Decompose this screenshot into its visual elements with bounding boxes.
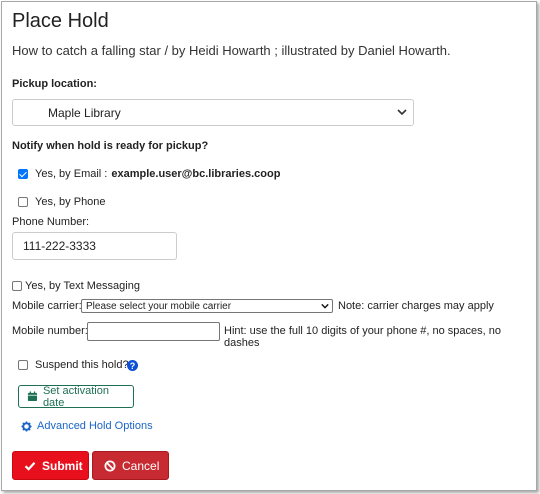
question-circle-icon[interactable]: ?	[127, 360, 138, 371]
advanced-hold-options-link[interactable]: Advanced Hold Options	[21, 420, 153, 432]
notify-text-checkbox[interactable]	[12, 281, 22, 291]
cancel-label: Cancel	[122, 458, 160, 473]
phone-number-input[interactable]: 111-222-3333	[12, 232, 177, 260]
mobile-number-input[interactable]	[87, 322, 220, 341]
notify-label: Notify when hold is ready for pickup?	[12, 140, 209, 152]
chevron-down-icon	[321, 303, 329, 309]
pickup-location-select[interactable]: Maple Library	[12, 99, 414, 126]
notify-email-label: Yes, by Email :	[35, 168, 108, 180]
check-icon	[24, 461, 36, 471]
submit-button[interactable]: Submit	[12, 451, 89, 480]
notify-email-option: Yes, by Email : example.user@bc.librarie…	[18, 168, 280, 180]
mobile-carrier-value: Please select your mobile carrier	[86, 300, 232, 312]
notify-text-option: Yes, by Text Messaging	[12, 280, 140, 292]
submit-label: Submit	[42, 458, 83, 473]
notify-phone-checkbox[interactable]	[18, 197, 28, 207]
gear-icon	[21, 420, 32, 432]
suspend-checkbox[interactable]	[18, 360, 28, 370]
cancel-button[interactable]: Cancel	[92, 451, 169, 480]
set-activation-date-label: Set activation date	[42, 384, 109, 409]
ban-icon	[104, 460, 116, 471]
mobile-number-hint: Hint: use the full 10 digits of your pho…	[224, 325, 502, 349]
notify-email-address: example.user@bc.libraries.coop	[111, 168, 281, 180]
mobile-carrier-select[interactable]: Please select your mobile carrier	[81, 299, 333, 313]
mobile-carrier-label: Mobile carrier:	[12, 300, 82, 312]
notify-phone-label: Yes, by Phone	[35, 196, 106, 208]
pickup-location-value: Maple Library	[48, 105, 121, 120]
suspend-label: Suspend this hold?	[35, 359, 129, 371]
suspend-option: Suspend this hold?	[18, 359, 129, 371]
phone-number-value: 111-222-3333	[23, 239, 96, 253]
place-hold-panel: Place Hold How to catch a falling star /…	[1, 1, 537, 491]
chevron-down-icon	[397, 109, 407, 116]
notify-text-label: Yes, by Text Messaging	[25, 280, 140, 292]
calendar-icon	[27, 391, 38, 402]
notify-email-checkbox[interactable]	[18, 169, 28, 179]
carrier-note: Note: carrier charges may apply	[338, 300, 494, 312]
mobile-number-label: Mobile number:	[12, 325, 88, 337]
page-title: Place Hold	[12, 10, 109, 32]
phone-number-label: Phone Number:	[12, 216, 90, 228]
pickup-location-label: Pickup location:	[12, 78, 97, 90]
set-activation-date-button[interactable]: Set activation date	[18, 384, 134, 409]
advanced-hold-options-label: Advanced Hold Options	[37, 420, 153, 432]
record-title: How to catch a falling star / by Heidi H…	[12, 43, 451, 58]
notify-phone-option: Yes, by Phone	[18, 196, 106, 208]
